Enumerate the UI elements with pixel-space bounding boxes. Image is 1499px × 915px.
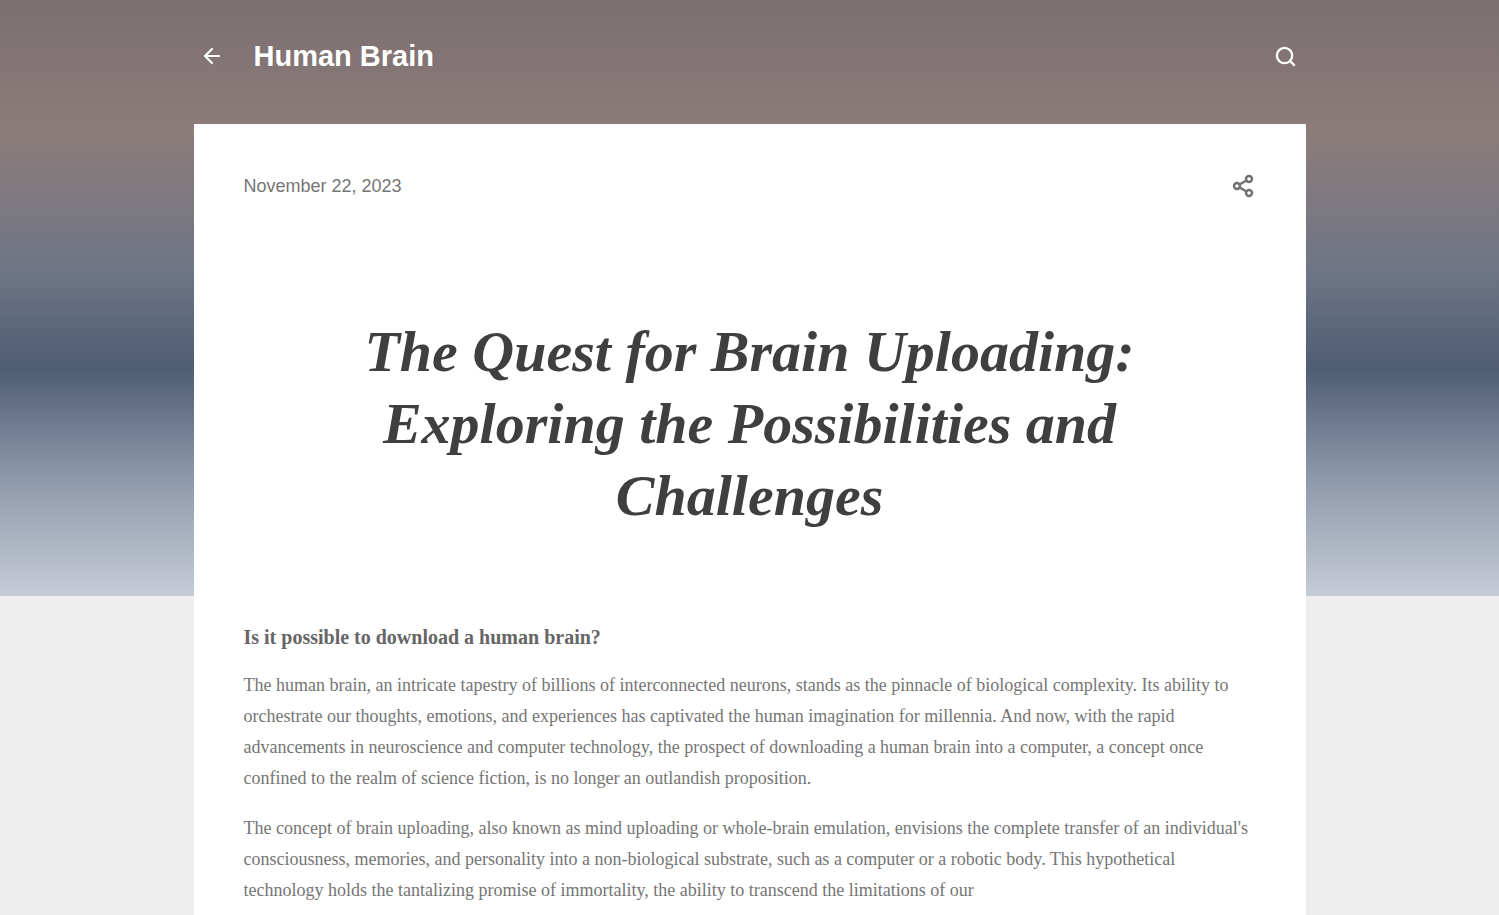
search-button[interactable] [1271,41,1301,71]
post-title: The Quest for Brain Uploading: Exploring… [340,316,1160,532]
back-button[interactable] [197,41,227,71]
blog-title[interactable]: Human Brain [254,38,434,74]
search-icon [1274,45,1297,68]
post-heading: Is it possible to download a human brain… [244,624,1256,650]
arrow-left-icon [200,44,224,68]
post-date: November 22, 2023 [244,173,402,199]
share-button[interactable] [1227,170,1259,202]
blog-header: Human Brain [194,0,1306,112]
blog-page: Human Brain November 22, 2023 The Quest fo… [0,0,1499,915]
post-paragraph: The concept of brain uploading, also kno… [244,813,1256,906]
post-card: November 22, 2023 The Quest for Brain Upl… [194,124,1306,915]
share-icon [1231,174,1255,198]
post-paragraph: The human brain, an intricate tapestry o… [244,670,1256,794]
